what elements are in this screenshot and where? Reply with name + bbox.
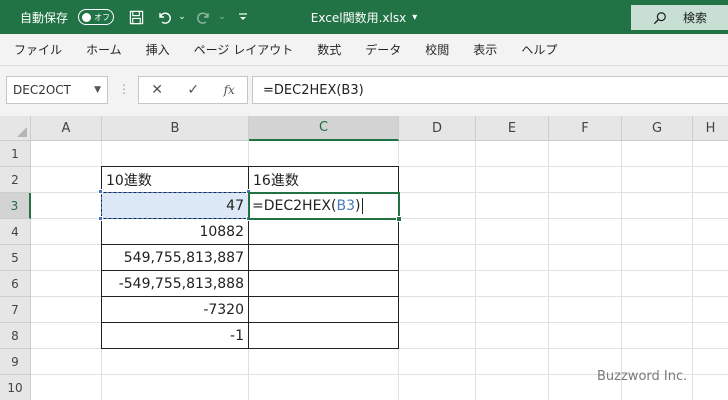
cell-b8[interactable]: -1 — [102, 323, 248, 348]
undo-dropdown-icon[interactable]: ⌄ — [172, 7, 192, 27]
text-cursor — [362, 197, 364, 214]
formula-buttons: ✕ ✓ fx — [138, 76, 248, 104]
tab-review[interactable]: 校閲 — [425, 41, 449, 58]
tab-insert[interactable]: 挿入 — [146, 41, 170, 58]
column-header-f[interactable]: F — [549, 116, 622, 141]
tab-home[interactable]: ホーム — [86, 41, 122, 58]
ribbon-tabs: ファイル ホーム 挿入 ページ レイアウト 数式 データ 校閲 表示 ヘルプ — [0, 34, 728, 66]
row-header-4[interactable]: 4 — [0, 219, 31, 245]
search-label: 検索 — [683, 11, 708, 25]
edit-formula-suffix: ) — [354, 197, 361, 214]
redo-dropdown-icon[interactable]: ⌄ — [212, 7, 232, 27]
save-icon[interactable] — [126, 7, 146, 27]
row-header-3[interactable]: 3 — [0, 193, 31, 219]
column-header-b[interactable]: B — [102, 116, 249, 141]
autosave-state: オフ — [94, 12, 110, 22]
tab-view[interactable]: 表示 — [473, 41, 497, 58]
row-header-10[interactable]: 10 — [0, 375, 31, 400]
column-header-h[interactable]: H — [693, 116, 728, 141]
row-header-6[interactable]: 6 — [0, 271, 31, 297]
column-header-g[interactable]: G — [622, 116, 693, 141]
row-header-5[interactable]: 5 — [0, 245, 31, 271]
watermark: Buzzword Inc. — [597, 369, 688, 384]
customize-toolbar-icon[interactable] — [233, 7, 253, 27]
row-header-2[interactable]: 2 — [0, 167, 31, 193]
row-header-9[interactable]: 9 — [0, 349, 31, 375]
redo-icon[interactable] — [194, 7, 214, 27]
reference-handle[interactable] — [98, 216, 103, 221]
autosave-label: 自動保存 — [20, 10, 69, 25]
autosave-toggle[interactable]: オフ — [78, 9, 114, 25]
file-name-dropdown-icon[interactable]: ▾ — [412, 12, 417, 23]
row-header-7[interactable]: 7 — [0, 297, 31, 323]
reference-handle[interactable] — [98, 189, 103, 194]
file-name[interactable]: Excel関数用.xlsx — [311, 9, 406, 26]
enter-icon[interactable]: ✓ — [187, 82, 199, 98]
cell-c2[interactable]: 16進数 — [249, 167, 398, 192]
row-header-1[interactable]: 1 — [0, 141, 31, 167]
formula-bar-grip-icon[interactable]: ⋮ — [118, 82, 130, 96]
name-box-dropdown-icon[interactable]: ▼ — [94, 85, 101, 95]
title-bar: 自動保存 オフ ⌄ ⌄ Excel関数用.xlsx ▾ 検索 — [0, 0, 728, 34]
table-border — [101, 348, 399, 349]
column-header-e[interactable]: E — [476, 116, 549, 141]
row-header-8[interactable]: 8 — [0, 323, 31, 349]
insert-function-icon[interactable]: fx — [224, 83, 235, 97]
cell-b4[interactable]: 10882 — [102, 219, 248, 244]
undo-icon[interactable] — [154, 7, 174, 27]
cell-b5[interactable]: 549,755,813,887 — [102, 245, 248, 270]
search-box[interactable]: 検索 — [631, 5, 728, 30]
cell-c3-editor[interactable]: =DEC2HEX(B3) — [249, 193, 398, 218]
search-icon — [653, 11, 666, 24]
column-header-a[interactable]: A — [31, 116, 102, 141]
tab-formulas[interactable]: 数式 — [317, 41, 341, 58]
worksheet-grid[interactable]: A B C D E F G H 1 2 3 4 5 6 7 8 9 10 10進… — [0, 116, 728, 400]
fill-handle[interactable] — [396, 216, 402, 222]
tab-page-layout[interactable]: ページ レイアウト — [194, 41, 294, 58]
cell-b2[interactable]: 10進数 — [102, 167, 248, 192]
cell-b6[interactable]: -549,755,813,888 — [102, 271, 248, 296]
column-header-d[interactable]: D — [399, 116, 476, 141]
name-box-value: DEC2OCT — [13, 83, 71, 97]
cancel-icon[interactable]: ✕ — [151, 82, 163, 98]
column-header-c[interactable]: C — [249, 116, 399, 141]
reference-highlight — [101, 192, 249, 219]
tab-help[interactable]: ヘルプ — [521, 41, 557, 58]
edit-formula-reference: B3 — [336, 197, 355, 214]
formula-bar-area: DEC2OCT ▼ ⋮ ✕ ✓ fx =DEC2HEX(B3) — [0, 66, 728, 116]
tab-file[interactable]: ファイル — [14, 41, 62, 58]
select-all-button[interactable] — [0, 116, 31, 141]
formula-input[interactable]: =DEC2HEX(B3) — [252, 76, 728, 104]
cell-b7[interactable]: -7320 — [102, 297, 248, 322]
edit-formula-prefix: =DEC2HEX( — [252, 197, 337, 214]
tab-data[interactable]: データ — [365, 41, 401, 58]
toggle-knob — [82, 12, 91, 22]
name-box[interactable]: DEC2OCT ▼ — [6, 76, 108, 104]
